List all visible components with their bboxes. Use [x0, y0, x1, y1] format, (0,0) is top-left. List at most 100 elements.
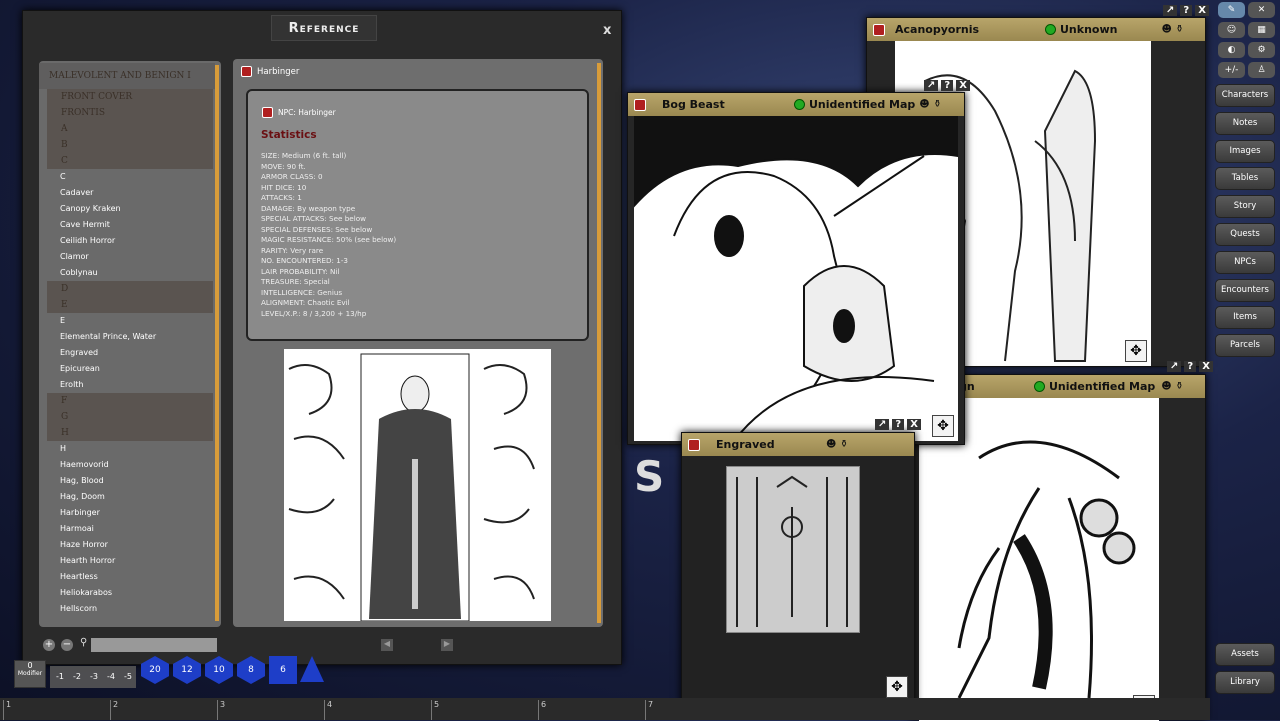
share-icon[interactable]: ☻ ⚱ — [1161, 381, 1183, 392]
expand-button[interactable]: ✥ — [932, 415, 954, 437]
hotkey-slot[interactable]: 7 — [645, 700, 653, 720]
settings-icon[interactable]: ⚙ — [1248, 42, 1275, 58]
hotkey-slot[interactable]: 5 — [431, 700, 439, 720]
link-icon[interactable]: ↗ — [924, 80, 938, 91]
list-item[interactable]: Heartless — [39, 569, 221, 585]
list-item[interactable]: Engraved — [39, 345, 221, 361]
window-header[interactable]: Engraved ☻ ⚱ — [682, 433, 914, 456]
close-button[interactable]: x — [603, 23, 611, 38]
list-item[interactable]: Erolth — [39, 377, 221, 393]
list-category[interactable]: A — [47, 121, 213, 137]
sidebar-button-npcs[interactable]: NPCs — [1215, 251, 1275, 274]
sidebar-button-story[interactable]: Story — [1215, 195, 1275, 218]
id-icon — [794, 99, 805, 110]
list-item[interactable]: Epicurean — [39, 361, 221, 377]
list-item[interactable]: Hearth Horror — [39, 553, 221, 569]
close-icon[interactable]: ✕ — [1248, 2, 1275, 18]
list-category[interactable]: C — [47, 153, 213, 169]
list-item[interactable]: Canopy Kraken — [39, 201, 221, 217]
modifier-toggle[interactable]: +/- — [1218, 62, 1245, 78]
list-category[interactable]: E — [47, 297, 213, 313]
list-item[interactable]: Ceilidh Horror — [39, 233, 221, 249]
search-input[interactable] — [91, 638, 217, 652]
sidebar-button-assets[interactable]: Assets — [1215, 643, 1275, 666]
list-item[interactable]: Cadaver — [39, 185, 221, 201]
sidebar-button-items[interactable]: Items — [1215, 306, 1275, 329]
modifier-box[interactable]: 0 Modifier — [14, 660, 46, 688]
sidebar-button-characters[interactable]: Characters — [1215, 84, 1275, 107]
list-category[interactable]: FRONTIS — [47, 105, 213, 121]
stat-line: ARMOR CLASS: 0 — [261, 172, 396, 183]
list-category[interactable]: H — [47, 425, 213, 441]
remove-button[interactable]: − — [61, 639, 73, 651]
share-icon[interactable]: ☻ ⚱ — [1161, 24, 1183, 35]
color-icon[interactable]: ◐ — [1218, 42, 1245, 58]
window-header[interactable]: Acanopyornis Unknown ☻ ⚱ — [867, 18, 1205, 41]
page-prev-button[interactable]: ◀ — [381, 639, 393, 651]
modifier-hotkey[interactable]: -5 — [124, 672, 132, 681]
hotkey-slot[interactable]: 4 — [324, 700, 332, 720]
sidebar-button-encounters[interactable]: Encounters — [1215, 279, 1275, 302]
scrollbar[interactable] — [215, 65, 219, 621]
list-category[interactable]: FRONT COVER — [47, 89, 213, 105]
d4-die[interactable] — [300, 656, 324, 682]
modifier-hotkey[interactable]: -2 — [73, 672, 81, 681]
list-item[interactable]: Hag, Doom — [39, 489, 221, 505]
list-item[interactable]: Clamor — [39, 249, 221, 265]
reference-window: Reference x MALEVOLENT AND BENIGN I FRON… — [22, 10, 622, 665]
window-title: Reference — [271, 15, 377, 41]
page-next-button[interactable]: ▶ — [441, 639, 453, 651]
expand-button[interactable]: ✥ — [1125, 340, 1147, 362]
window-controls: ↗?X — [1167, 361, 1213, 372]
list-item[interactable]: Elemental Prince, Water — [39, 329, 221, 345]
sidebar-button-tables[interactable]: Tables — [1215, 167, 1275, 190]
list-item[interactable]: Hag, Blood — [39, 473, 221, 489]
expand-button[interactable]: ✥ — [886, 676, 908, 698]
npc-link[interactable]: NPC: Harbinger — [262, 107, 336, 118]
hotkey-slot[interactable]: 1 — [3, 700, 11, 720]
list-item[interactable]: Harbinger — [39, 505, 221, 521]
list-category[interactable]: F — [47, 393, 213, 409]
party-icon[interactable]: ☺ — [1218, 22, 1245, 38]
link-icon[interactable]: ↗ — [1163, 5, 1177, 16]
stat-line: INTELLIGENCE: Genius — [261, 288, 396, 299]
statistics-frame: NPC: Harbinger Statistics SIZE: Medium (… — [246, 89, 589, 341]
modifier-hotkey[interactable]: -1 — [56, 672, 64, 681]
reference-page: Harbinger NPC: Harbinger Statistics SIZE… — [233, 59, 603, 627]
list-item[interactable]: Heliokarabos — [39, 585, 221, 601]
sidebar-button-notes[interactable]: Notes — [1215, 112, 1275, 135]
list-item[interactable]: Cave Hermit — [39, 217, 221, 233]
scrollbar[interactable] — [597, 63, 601, 623]
share-icon[interactable]: ☻ ⚱ — [826, 439, 848, 450]
modifier-hotkey[interactable]: -3 — [90, 672, 98, 681]
list-category[interactable]: D — [47, 281, 213, 297]
hotkey-slot[interactable]: 3 — [217, 700, 225, 720]
link-icon[interactable]: ↗ — [1167, 361, 1181, 372]
list-item[interactable]: Harmoai — [39, 521, 221, 537]
token-icon[interactable]: ♙ — [1248, 62, 1275, 78]
link-icon[interactable]: ↗ — [875, 419, 889, 430]
sidebar-button-quests[interactable]: Quests — [1215, 223, 1275, 246]
list-item[interactable]: Hellscorn — [39, 601, 221, 617]
sidebar-button-library[interactable]: Library — [1215, 671, 1275, 694]
list-item[interactable]: H — [39, 441, 221, 457]
calendar-icon[interactable]: ▦ — [1248, 22, 1275, 38]
toolbar-wand-icon[interactable]: ✎ — [1218, 2, 1245, 18]
d6-die[interactable]: 6 — [269, 656, 297, 684]
sidebar-button-parcels[interactable]: Parcels — [1215, 334, 1275, 357]
list-item[interactable]: E — [39, 313, 221, 329]
hotkey-slot[interactable]: 6 — [538, 700, 546, 720]
list-item[interactable]: Haemovorid — [39, 457, 221, 473]
window-header[interactable]: Bog Beast Unidentified Map ☻ ⚱ — [628, 93, 964, 116]
list-category[interactable]: G — [47, 409, 213, 425]
hotkey-slot[interactable]: 2 — [110, 700, 118, 720]
modifier-hotkey[interactable]: -4 — [107, 672, 115, 681]
share-icon[interactable]: ☻ ⚱ — [919, 99, 941, 110]
list-category[interactable]: B — [47, 137, 213, 153]
list-item[interactable]: Haze Horror — [39, 537, 221, 553]
sidebar-button-images[interactable]: Images — [1215, 140, 1275, 163]
list-item[interactable]: Coblynau — [39, 265, 221, 281]
list-header[interactable]: MALEVOLENT AND BENIGN I — [39, 63, 215, 89]
list-item[interactable]: C — [39, 169, 221, 185]
add-button[interactable]: + — [43, 639, 55, 651]
